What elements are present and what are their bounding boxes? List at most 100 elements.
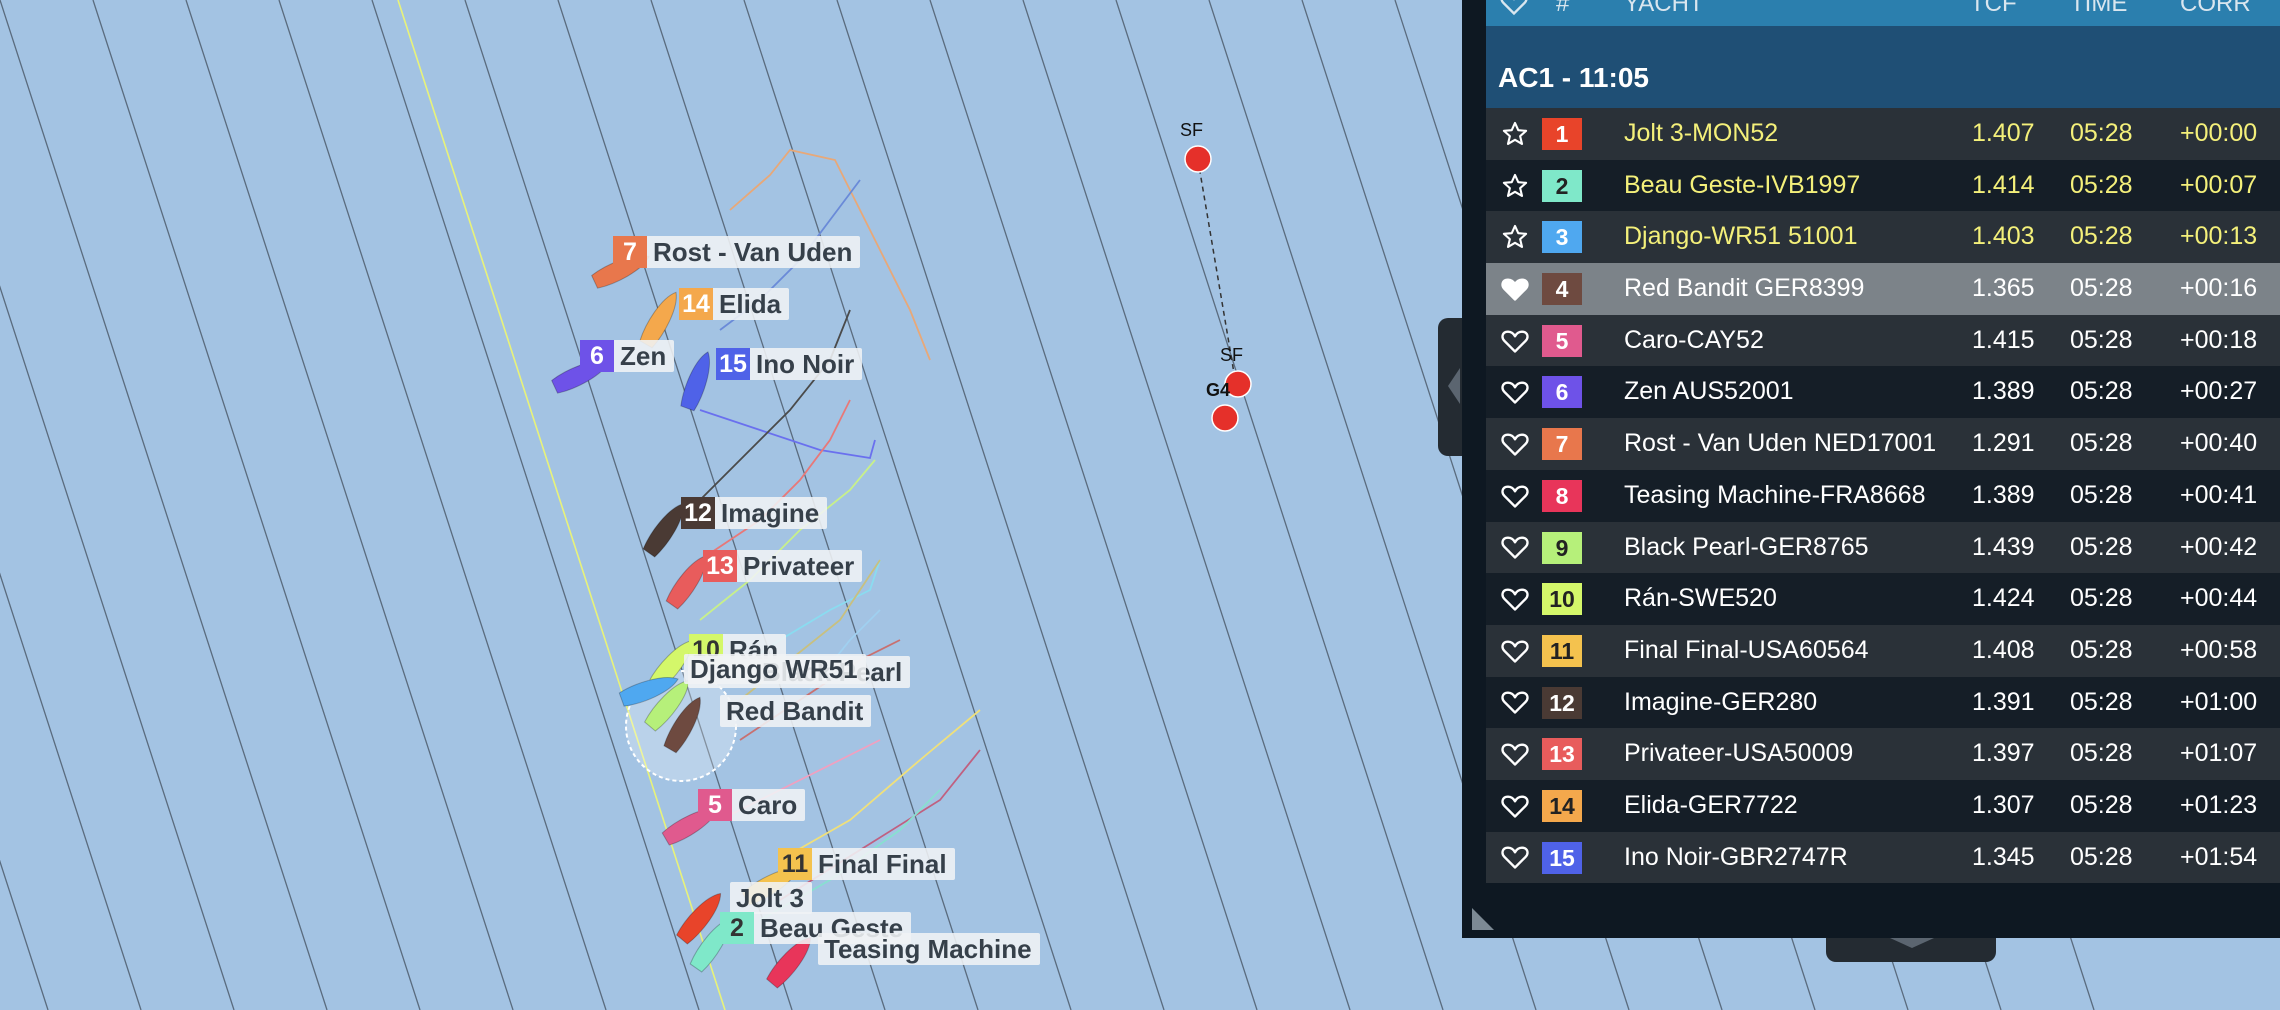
boat-name: Privateer [743, 550, 855, 581]
tcf-value: 1.307 [1972, 790, 2035, 819]
tcf-value: 1.439 [1972, 532, 2035, 561]
yacht-name: Black Pearl-GER8765 [1624, 532, 1869, 561]
chevron-down-icon [1890, 938, 1934, 948]
corrected-time: +01:07 [2180, 739, 2258, 768]
boat-label-final-final[interactable]: 11 Final Final [778, 848, 955, 880]
heart-outline-icon[interactable] [1498, 780, 1532, 832]
position-badge: 2 [1542, 169, 1582, 202]
table-row[interactable]: 3 Django-WR51 51001 1.403 05:28 +00:13 [1486, 211, 2280, 264]
column-header-num[interactable]: # [1556, 0, 1569, 18]
boat-name: Final Final [818, 848, 947, 879]
chevron-left-icon [1448, 368, 1460, 404]
star-outline-icon[interactable] [1498, 108, 1532, 160]
heart-outline-icon[interactable] [1498, 677, 1532, 729]
mark-g4-icon[interactable] [1211, 404, 1239, 432]
yacht-name: Rán-SWE520 [1624, 584, 1777, 613]
time-value: 05:28 [2070, 687, 2133, 716]
yacht-name: Elida-GER7722 [1624, 790, 1798, 819]
position-badge: 3 [1542, 221, 1582, 254]
boat-name: Jolt 3 [736, 882, 804, 913]
boat-number: 15 [716, 348, 750, 380]
table-row[interactable]: 6 Zen AUS52001 1.389 05:28 +00:27 [1486, 366, 2280, 419]
corrected-time: +00:27 [2180, 377, 2258, 406]
heart-filled-icon[interactable] [1498, 263, 1532, 315]
corrected-time: +01:00 [2180, 687, 2258, 716]
time-value: 05:28 [2070, 429, 2133, 458]
table-row[interactable]: 11 Final Final-USA60564 1.408 05:28 +00:58 [1486, 624, 2280, 677]
table-row[interactable]: 2 Beau Geste-IVB1997 1.414 05:28 +00:07 [1486, 159, 2280, 212]
boat-name: Imagine [721, 497, 820, 528]
time-value: 05:28 [2070, 790, 2133, 819]
yacht-name: Red Bandit GER8399 [1624, 274, 1865, 303]
table-row[interactable]: 13 Privateer-USA50009 1.397 05:28 +01:07 [1486, 728, 2280, 780]
time-value: 05:28 [2070, 119, 2133, 147]
boat-label-zen[interactable]: 6 Zen [580, 340, 675, 372]
table-row[interactable]: 12 Imagine-GER280 1.391 05:28 +01:00 [1486, 676, 2280, 729]
table-row[interactable]: 9 Black Pearl-GER8765 1.439 05:28 +00:42 [1486, 521, 2280, 574]
yacht-name: Privateer-USA50009 [1624, 739, 1854, 768]
table-row[interactable]: 5 Caro-CAY52 1.415 05:28 +00:18 [1486, 314, 2280, 367]
mark-sf-top-icon[interactable] [1184, 145, 1212, 173]
heart-outline-icon[interactable] [1498, 315, 1532, 367]
table-row[interactable]: 7 Rost - Van Uden NED17001 1.291 05:28 +00:4… [1486, 418, 2280, 470]
tcf-value: 1.424 [1972, 584, 2035, 613]
column-header-corr[interactable]: CORR [2180, 0, 2251, 18]
boat-name: Zen [620, 340, 667, 371]
leaderboard-panel: # YACHT TCF TIME CORR AC1 - 11:05 1 Jolt … [1462, 0, 2280, 938]
mark-label-sf-top: SF [1180, 120, 1204, 140]
heart-outline-icon[interactable] [1498, 418, 1532, 470]
boat-label-teasing-machine[interactable]: Teasing Machine [818, 933, 1040, 965]
position-badge: 14 [1542, 789, 1582, 822]
header-heart-icon[interactable] [1500, 0, 1528, 23]
yacht-name: Caro-CAY52 [1624, 325, 1764, 354]
table-row[interactable]: 14 Elida-GER7722 1.307 05:28 +01:23 [1486, 779, 2280, 832]
boat-label-ino-noir[interactable]: 15 Ino Noir [716, 348, 863, 380]
resize-corner-icon[interactable] [1472, 908, 1494, 930]
yacht-name: Ino Noir-GBR2747R [1624, 842, 1848, 871]
corrected-time: +01:23 [2180, 790, 2258, 819]
boat-label-imagine[interactable]: 12 Imagine [681, 497, 828, 529]
heart-outline-icon[interactable] [1498, 625, 1532, 677]
boat-label-jolt[interactable]: Jolt 3 [730, 882, 812, 914]
heart-outline-icon[interactable] [1498, 832, 1532, 884]
time-value: 05:28 [2070, 842, 2133, 871]
heart-outline-icon[interactable] [1498, 728, 1532, 780]
table-row[interactable]: 8 Teasing Machine-FRA8668 1.389 05:28 +00:41 [1486, 469, 2280, 522]
star-outline-icon[interactable] [1498, 211, 1532, 263]
corrected-time: +01:54 [2180, 842, 2258, 871]
heart-outline-icon[interactable] [1498, 366, 1532, 418]
table-row[interactable]: 1 Jolt 3-MON52 1.407 05:28 +00:00 [1486, 108, 2280, 160]
table-row[interactable]: 10 Rán-SWE520 1.424 05:28 +00:44 [1486, 573, 2280, 625]
table-row[interactable]: 15 Ino Noir-GBR2747R 1.345 05:28 +01:54 [1486, 831, 2280, 884]
boat-label-red-bandit[interactable]: Red Bandit [720, 695, 872, 727]
time-value: 05:28 [2070, 480, 2133, 509]
time-value: 05:28 [2070, 377, 2133, 406]
boat-label-caro[interactable]: 5 Caro [698, 789, 806, 821]
time-value: 05:28 [2070, 739, 2133, 768]
column-header-time[interactable]: TIME [2070, 0, 2127, 18]
heart-outline-icon[interactable] [1498, 573, 1532, 625]
position-badge: 13 [1542, 738, 1582, 771]
table-row[interactable]: 4 Red Bandit GER8399 1.365 05:28 +00:16 [1486, 263, 2280, 315]
boat-number: 14 [679, 288, 713, 320]
boat-label-rost[interactable]: 7 Rost - Van Uden [613, 236, 861, 268]
boat-name: Caro [738, 789, 798, 820]
group-title: AC1 - 11:05 [1498, 62, 1649, 93]
time-value: 05:28 [2070, 170, 2133, 199]
heart-outline-icon[interactable] [1498, 522, 1532, 574]
boat-label-elida[interactable]: 14 Elida [679, 288, 790, 320]
group-header[interactable]: AC1 - 11:05 [1486, 26, 2280, 108]
heart-outline-icon[interactable] [1498, 470, 1532, 522]
column-header-tcf[interactable]: TCF [1970, 0, 2017, 18]
tcf-value: 1.389 [1972, 480, 2035, 509]
time-value: 05:28 [2070, 635, 2133, 664]
corrected-time: +00:18 [2180, 325, 2258, 354]
column-header-yacht[interactable]: YACHT [1624, 0, 1704, 18]
star-outline-icon[interactable] [1498, 160, 1532, 212]
corrected-time: +00:16 [2180, 274, 2258, 303]
boat-label-privateer[interactable]: 13 Privateer [703, 550, 863, 582]
boat-number: 12 [681, 497, 715, 529]
boat-label-django[interactable]: Django WR51 [684, 654, 866, 684]
tcf-value: 1.291 [1972, 429, 2035, 458]
position-badge: 4 [1542, 273, 1582, 306]
